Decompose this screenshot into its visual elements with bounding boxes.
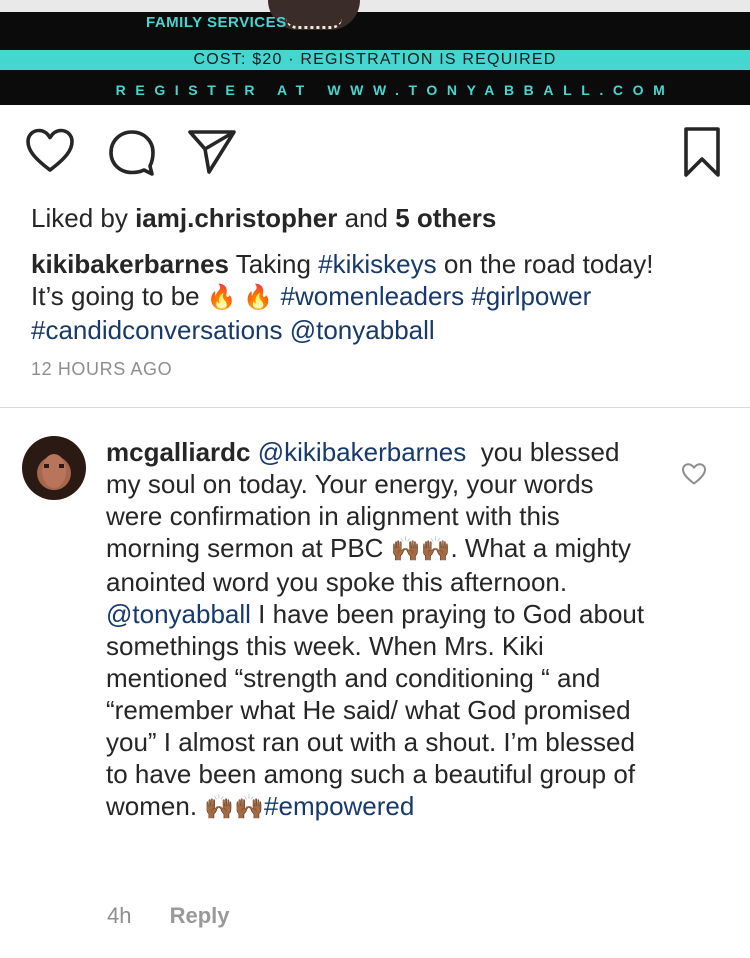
banner-register-line: REGISTER AT WWW.TONYABBALL.COM [115,82,675,98]
likes-prefix: Liked by [31,203,136,233]
caption-text: Taking [235,249,319,279]
post-timestamp: 12 HOURS AGO [31,359,173,379]
caption-username-link[interactable]: kikibakerbarnes [31,249,229,279]
liked-by-user-link[interactable]: iamj.christopher [135,203,337,233]
post-action-bar [0,126,750,182]
likes-others-link[interactable]: 5 others [395,203,496,233]
hashtag-link[interactable]: #empowered [264,791,414,821]
hashtag-link[interactable]: #kikiskeys [318,249,436,279]
banner-family-services: FAMILY SERVICES [146,14,287,31]
banner-cost-line: COST: $20 · REGISTRATION IS REQUIRED [0,50,750,70]
banner-top-strip [0,0,750,12]
comment-meta: 4h Reply [107,903,230,929]
comment-text: mcgalliardc @kikibakerbarnes you blessed… [106,436,646,824]
hashtag-link[interactable]: #candidconversations [31,315,283,345]
avatar-face [42,454,66,488]
mention-link[interactable]: @tonyabball [106,599,251,629]
avatar-eyes [44,464,64,468]
reply-button[interactable]: Reply [170,903,230,929]
likes-summary: Liked by iamj.christopher and 5 others [31,202,496,234]
hashtag-link[interactable]: #girlpower [471,281,591,311]
post-image-banner[interactable]: FAMILY SERVICES COST: $20 · REGISTRATION… [0,0,750,105]
comment-text-part: I have been praying to God about somethi… [106,599,645,821]
comment-username-link[interactable]: mcgalliardc [106,437,251,467]
paper-plane-icon[interactable] [186,126,238,178]
mention-link[interactable]: @tonyabball [290,315,435,345]
hashtag-link[interactable]: #womenleaders [281,281,465,311]
pearl-necklace-fragment [286,18,342,29]
likes-middle: and [337,203,396,233]
section-divider [0,407,750,408]
heart-outline-icon[interactable] [24,126,76,178]
comment-like-heart-icon[interactable] [681,462,707,486]
fire-emoji: 🔥 🔥 [206,284,274,311]
comment-age: 4h [107,903,132,928]
post-caption: kikibakerbarnes Taking #kikiskeys on the… [31,248,671,346]
avatar[interactable] [22,436,86,500]
raised-hands-emoji: 🙌🏾🙌🏾 [204,794,265,821]
comment-bubble-icon[interactable] [106,126,158,178]
bookmark-icon[interactable] [676,126,728,178]
mention-link[interactable]: @kikibakerbarnes [258,437,466,467]
raised-hands-emoji: 🙌🏾🙌🏾 [390,536,451,563]
